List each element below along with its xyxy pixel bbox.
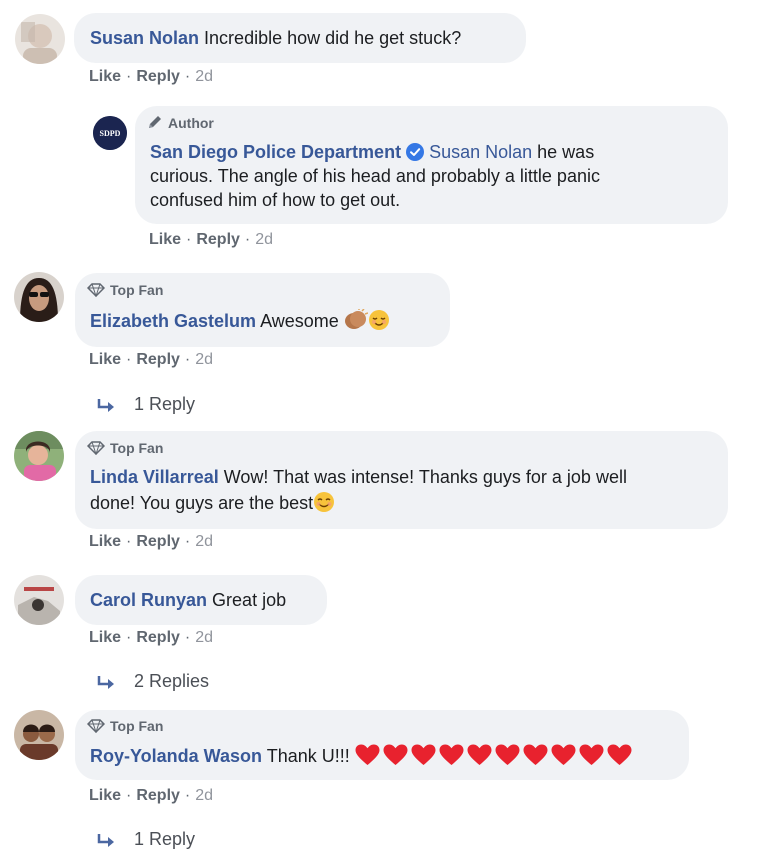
avatar[interactable] xyxy=(14,575,64,625)
comment-actions: Like · Reply · 2d xyxy=(89,787,214,804)
comment-actions: Like · Reply · 2d xyxy=(89,351,214,368)
comment-bubble: Top Fan Roy-Yolanda Wason Thank U!!! xyxy=(75,710,689,780)
timestamp-link[interactable]: 2d xyxy=(255,231,273,248)
reply-arrow-icon xyxy=(97,676,114,689)
comment-text: confused him of how to get out. xyxy=(150,190,401,210)
comment-text: he was xyxy=(537,142,595,162)
red-heart-emoji-icon xyxy=(355,744,380,772)
timestamp-link[interactable]: 2d xyxy=(195,629,213,646)
avatar[interactable] xyxy=(14,272,64,322)
timestamp-link[interactable]: 2d xyxy=(195,68,213,85)
author-badge: Author xyxy=(147,114,214,132)
relieved-face-emoji-icon xyxy=(368,309,390,337)
reply-link[interactable]: Reply xyxy=(136,351,180,368)
red-heart-emoji-icon xyxy=(579,744,604,772)
comment-bubble: Carol Runyan Great job xyxy=(75,575,327,625)
comment-bubble: Susan Nolan Incredible how did he get st… xyxy=(74,13,526,63)
avatar[interactable]: SDPD xyxy=(93,116,127,150)
comment-text: Incredible how did he get stuck? xyxy=(204,28,462,48)
comment-actions: Like · Reply · 2d xyxy=(89,68,214,85)
reply-link[interactable]: Reply xyxy=(136,533,180,550)
like-link[interactable]: Like xyxy=(89,629,121,646)
timestamp-link[interactable]: 2d xyxy=(195,351,213,368)
clapping-hands-emoji-icon xyxy=(344,308,369,337)
avatar[interactable] xyxy=(15,14,65,64)
timestamp-link[interactable]: 2d xyxy=(195,533,213,550)
like-link[interactable]: Like xyxy=(89,68,121,85)
red-heart-emoji-icon xyxy=(411,744,436,772)
comment-text: Thank U!!! xyxy=(266,746,350,766)
like-link[interactable]: Like xyxy=(149,231,181,248)
comment-text: Great job xyxy=(212,590,287,610)
like-link[interactable]: Like xyxy=(89,787,121,804)
comment-author-link[interactable]: San Diego Police Department xyxy=(150,142,401,162)
avatar[interactable] xyxy=(14,431,64,481)
comment-author-link[interactable]: Elizabeth Gastelum xyxy=(90,311,256,331)
red-heart-emoji-icon xyxy=(439,744,464,772)
view-replies-link[interactable]: 1 Reply xyxy=(96,393,195,415)
smiling-face-emoji-icon xyxy=(313,491,335,519)
comment-author-link[interactable]: Roy-Yolanda Wason xyxy=(90,746,262,766)
avatar[interactable] xyxy=(14,710,64,760)
top-fan-badge: Top Fan xyxy=(86,717,163,735)
comment-text: curious. The angle of his head and proba… xyxy=(150,166,600,186)
comment-text: Wow! That was intense! Thanks guys for a… xyxy=(223,467,627,487)
timestamp-link[interactable]: 2d xyxy=(195,787,213,804)
red-heart-emoji-icon xyxy=(383,744,408,772)
comment-bubble: Top Fan Linda Villarreal Wow! That was i… xyxy=(75,431,728,529)
avatar-initials: SDPD xyxy=(100,129,121,138)
diamond-icon xyxy=(86,283,106,298)
red-heart-emoji-icon xyxy=(467,744,492,772)
view-replies-link[interactable]: 2 Replies xyxy=(96,670,209,692)
pen-icon xyxy=(149,116,161,128)
comment-bubble: Author San Diego Police Department Susan … xyxy=(135,106,728,224)
reply-link[interactable]: Reply xyxy=(136,68,180,85)
diamond-icon xyxy=(86,719,106,734)
reply-arrow-icon xyxy=(97,834,114,847)
red-heart-emoji-icon xyxy=(551,744,576,772)
comment-bubble: Top Fan Elizabeth Gastelum Awesome xyxy=(75,273,450,347)
comment-actions: Like · Reply · 2d xyxy=(89,533,214,550)
comment-author-link[interactable]: Susan Nolan xyxy=(90,28,199,48)
reply-link[interactable]: Reply xyxy=(196,231,240,248)
reply-arrow-icon xyxy=(97,399,114,412)
comment-author-link[interactable]: Carol Runyan xyxy=(90,590,207,610)
reply-link[interactable]: Reply xyxy=(136,629,180,646)
reply-link[interactable]: Reply xyxy=(136,787,180,804)
like-link[interactable]: Like xyxy=(89,533,121,550)
red-heart-emoji-icon xyxy=(495,744,520,772)
top-fan-badge: Top Fan xyxy=(86,281,163,299)
mention-link[interactable]: Susan Nolan xyxy=(429,142,532,162)
hearts-emoji-group xyxy=(355,744,635,772)
comment-actions: Like · Reply · 2d xyxy=(149,231,274,248)
diamond-icon xyxy=(86,441,106,456)
comment-text: done! You guys are the best xyxy=(90,493,314,513)
red-heart-emoji-icon xyxy=(607,744,632,772)
like-link[interactable]: Like xyxy=(89,351,121,368)
comment-author-link[interactable]: Linda Villarreal xyxy=(90,467,219,487)
red-heart-emoji-icon xyxy=(523,744,548,772)
comment-text: Awesome xyxy=(260,311,339,331)
top-fan-badge: Top Fan xyxy=(86,439,163,457)
comment-actions: Like · Reply · 2d xyxy=(89,629,214,646)
view-replies-link[interactable]: 1 Reply xyxy=(96,828,195,850)
